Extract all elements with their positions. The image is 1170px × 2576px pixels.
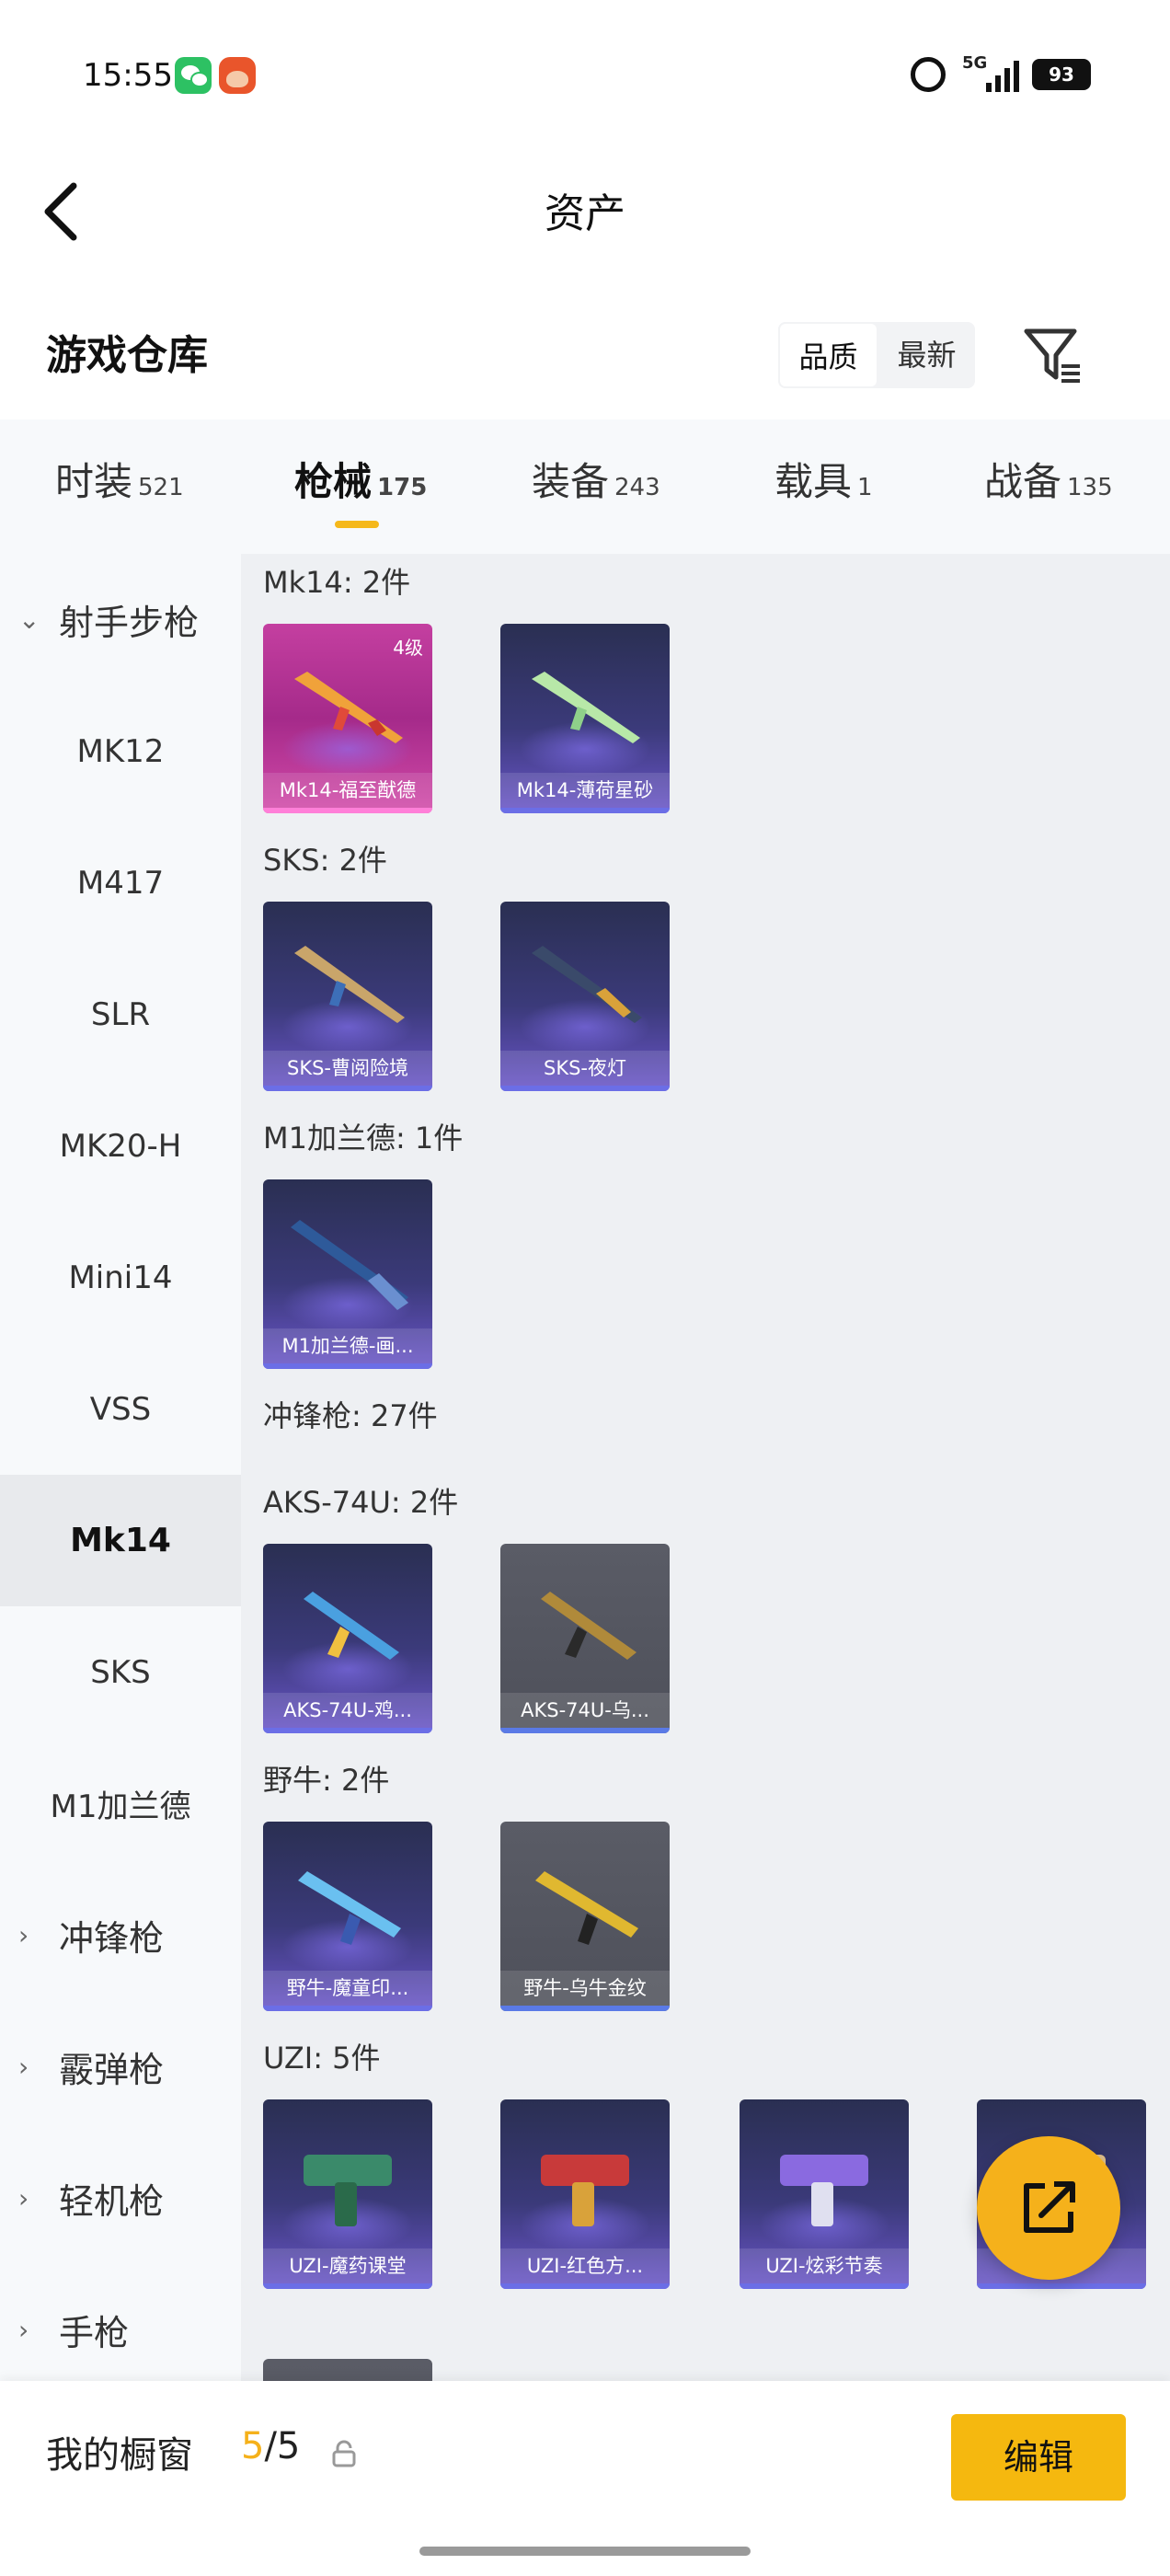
sidebar-group-smg[interactable]: › 冲锋枪: [0, 1869, 241, 2001]
section-title-uzi: UZI: 5件: [263, 2041, 381, 2076]
chevron-right-icon: ›: [18, 2315, 29, 2345]
pistol-icon: [780, 2155, 868, 2226]
filter-icon[interactable]: [1021, 324, 1085, 388]
smg-icon: [298, 1871, 401, 1945]
lock-icon: [332, 2440, 356, 2467]
bottom-bar: 我的橱窗 5/5 编辑: [0, 2381, 1170, 2576]
weapon-card[interactable]: 4级 Mk14-福至猷德: [263, 624, 432, 813]
sidebar-group-marksman-rifle[interactable]: ⌄ 射手步枪: [0, 554, 241, 685]
sidebar-item-m1-garand[interactable]: M1加兰德: [0, 1738, 241, 1869]
battery-indicator: 93: [1032, 59, 1091, 90]
warehouse-title: 游戏仓库: [46, 332, 208, 379]
rifle-icon: [294, 672, 403, 743]
sidebar-item-slr[interactable]: SLR: [0, 949, 241, 1080]
alarm-icon: [911, 57, 946, 92]
weapon-card[interactable]: 野牛-魔童印...: [263, 1822, 432, 2011]
sort-quality-button[interactable]: 品质: [778, 322, 878, 388]
section-title-bizon: 野牛: 2件: [263, 1763, 390, 1798]
sidebar-item-mini14[interactable]: Mini14: [0, 1212, 241, 1343]
showcase-count: 5/5: [241, 2425, 301, 2467]
signal-icon: [984, 59, 1021, 92]
home-indicator: [419, 2547, 751, 2556]
card-label: UZI-魔药课堂: [263, 2248, 432, 2283]
tab-combat-gear[interactable]: 战备 135: [984, 451, 1113, 507]
edit-button[interactable]: 编辑: [951, 2414, 1126, 2501]
sidebar-item-vss[interactable]: VSS: [0, 1343, 241, 1475]
pistol-icon: [541, 2155, 629, 2226]
weapon-card[interactable]: Mk14-薄荷星砂: [500, 624, 670, 813]
sidebar-item-m417[interactable]: M417: [0, 817, 241, 949]
active-tab-indicator: [335, 521, 379, 528]
game-app-icon: [219, 57, 256, 94]
sidebar-group-pistol[interactable]: › 手枪: [0, 2264, 241, 2396]
clock: 15:55: [83, 57, 173, 94]
card-label: UZI-红色方...: [500, 2248, 670, 2283]
chevron-right-icon: ›: [18, 2183, 29, 2214]
weapon-card[interactable]: UZI-魔药课堂: [263, 2099, 432, 2289]
weapon-sidebar: ⌄ 射手步枪 MK12 M417 SLR MK20-H Mini14 VSS Mk…: [0, 554, 241, 2394]
weapon-card[interactable]: UZI-红色方...: [500, 2099, 670, 2289]
chevron-right-icon: ›: [18, 2052, 29, 2082]
sidebar-group-shotgun[interactable]: › 霰弹枪: [0, 2001, 241, 2133]
section-title-aks: AKS-74U: 2件: [263, 1485, 459, 1520]
chevron-right-icon: ›: [18, 1920, 29, 1950]
sort-newest-button[interactable]: 最新: [878, 322, 975, 388]
card-label: 野牛-乌牛金纹: [500, 1971, 670, 2006]
weapon-card[interactable]: AKS-74U-乌...: [500, 1544, 670, 1733]
smg-icon: [535, 1871, 638, 1945]
wechat-icon: [175, 57, 212, 94]
card-label: SKS-夜灯: [500, 1051, 670, 1086]
page-title: 资产: [545, 190, 625, 237]
warehouse-bar: 游戏仓库 品质 最新: [0, 304, 1170, 414]
rifle-icon: [532, 946, 642, 1023]
share-icon: [1024, 2181, 1075, 2233]
weapon-card[interactable]: SKS-夜灯: [500, 902, 670, 1091]
tab-vehicles[interactable]: 载具 1: [774, 451, 873, 507]
card-label: Mk14-薄荷星砂: [500, 773, 670, 808]
card-label: SKS-曹阅险境: [263, 1051, 432, 1086]
weapon-card[interactable]: 野牛-乌牛金纹: [500, 1822, 670, 2011]
weapon-card[interactable]: M1加兰德-画...: [263, 1179, 432, 1369]
sidebar-group-lmg[interactable]: › 轻机枪: [0, 2133, 241, 2264]
sidebar-item-mk14[interactable]: Mk14: [0, 1475, 241, 1606]
sidebar-item-mk12[interactable]: MK12: [0, 685, 241, 817]
status-bar: 15:55 5G 93: [0, 0, 1170, 147]
category-tabs: 时装 521 枪械 175 装备 243 载具 1 战备 135: [0, 420, 1170, 554]
card-label: Mk14-福至猷德: [263, 773, 432, 808]
weapon-card[interactable]: AKS-74U-鸡...: [263, 1544, 432, 1733]
section-title-mk14: Mk14: 2件: [263, 565, 411, 600]
card-label: 野牛-魔童印...: [263, 1971, 432, 2006]
section-title-m1: M1加兰德: 1件: [263, 1121, 464, 1156]
rifle-icon: [532, 672, 640, 743]
smg-icon: [304, 1592, 399, 1660]
tab-equipment[interactable]: 装备 243: [532, 451, 660, 507]
sort-toggle: 品质 最新: [778, 322, 975, 388]
card-label: AKS-74U-鸡...: [263, 1693, 432, 1728]
tab-fashion[interactable]: 时装 521: [55, 451, 184, 507]
share-button[interactable]: [977, 2136, 1120, 2280]
card-label: UZI-炫彩节奏: [740, 2248, 909, 2283]
pistol-icon: [304, 2155, 392, 2226]
smg-icon: [541, 1592, 637, 1660]
card-label: M1加兰德-画...: [263, 1328, 432, 1363]
section-title-smg: 冲锋枪: 27件: [263, 1398, 438, 1433]
weapon-card[interactable]: SKS-曹阅险境: [263, 902, 432, 1091]
rifle-icon: [294, 946, 405, 1023]
rifle-icon: [291, 1220, 408, 1310]
chevron-down-icon: ⌄: [18, 604, 40, 635]
card-label: AKS-74U-乌...: [500, 1693, 670, 1728]
tab-firearms[interactable]: 枪械 175: [294, 451, 427, 507]
sidebar-item-sks[interactable]: SKS: [0, 1606, 241, 1738]
section-title-sks: SKS: 2件: [263, 843, 387, 878]
weapon-grid: Mk14: 2件 4级 Mk14-福至猷德 Mk14-薄荷星砂 SKS: 2件 …: [241, 554, 1170, 2394]
weapon-card[interactable]: UZI-炫彩节奏: [740, 2099, 909, 2289]
showcase-label: 我的橱窗: [46, 2434, 193, 2477]
sidebar-item-mk20h[interactable]: MK20-H: [0, 1080, 241, 1212]
header: 资产: [0, 147, 1170, 267]
